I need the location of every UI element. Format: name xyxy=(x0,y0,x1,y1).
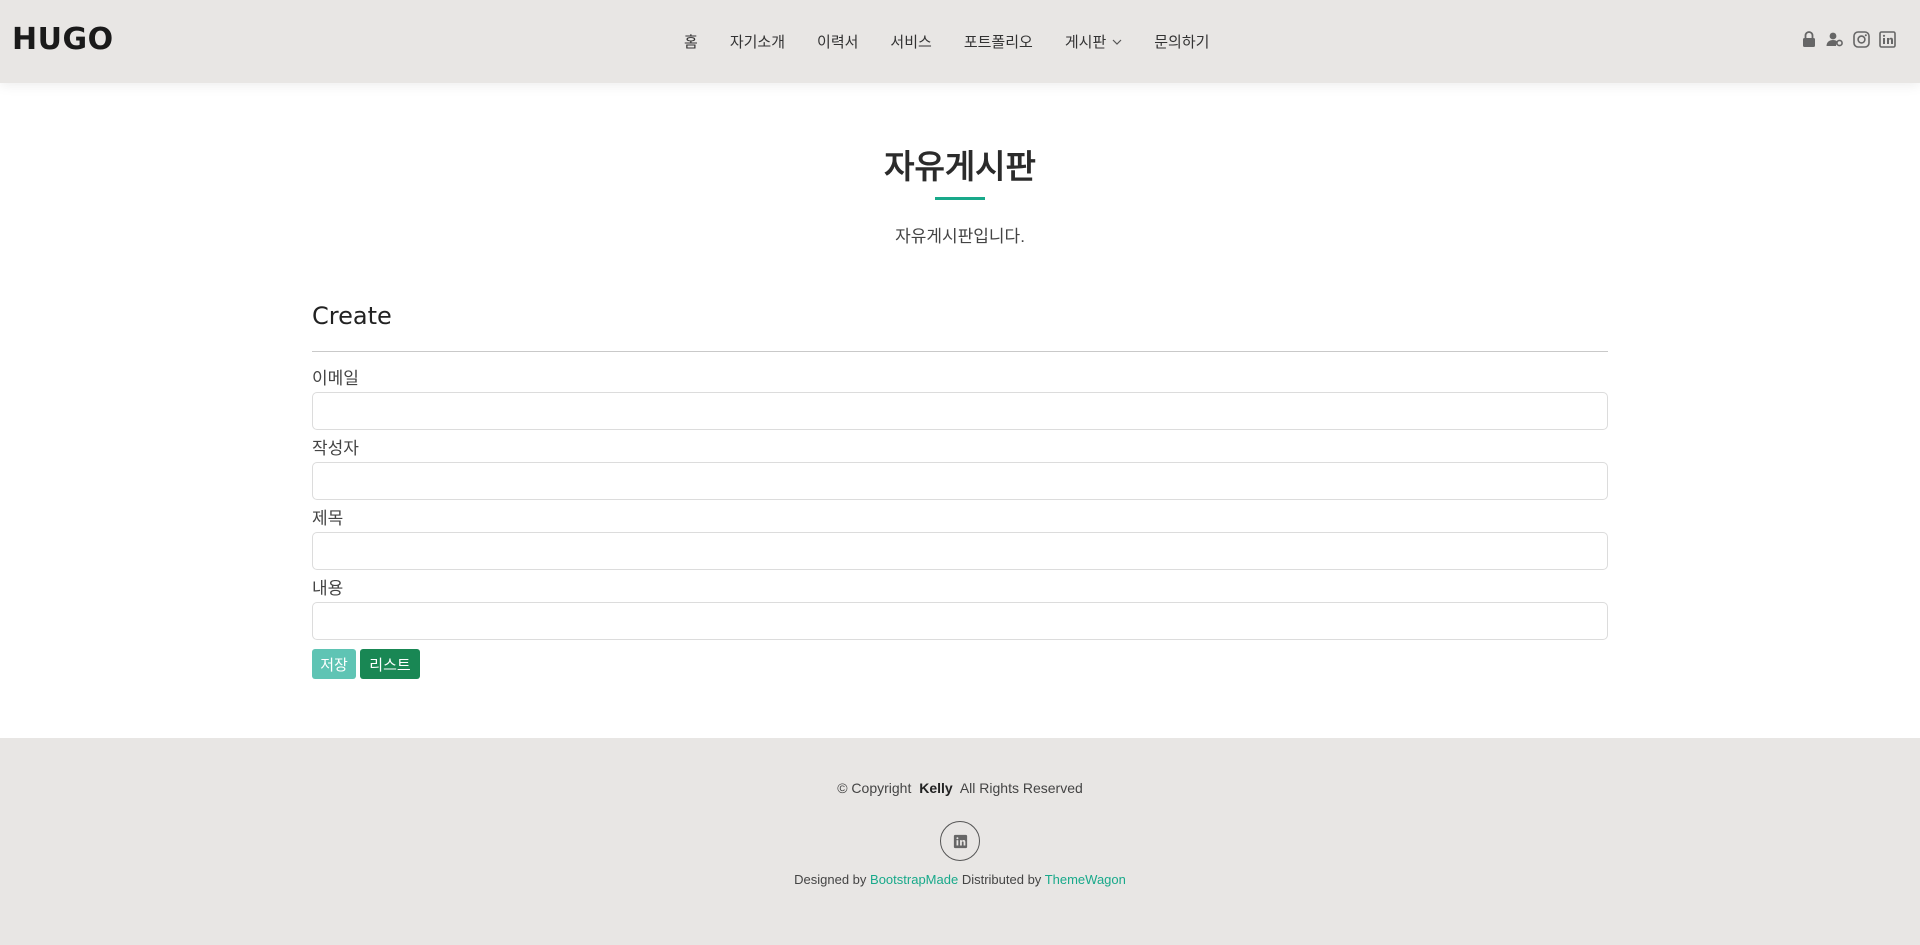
site-header: HUGO 홈 자기소개 이력서 서비스 포트폴리오 게시판 문의하기 xyxy=(0,0,1920,83)
nav-item-board[interactable]: 게시판 xyxy=(1065,31,1122,52)
designer-link[interactable]: BootstrapMade xyxy=(870,872,958,887)
nav-item-resume[interactable]: 이력서 xyxy=(817,31,858,52)
credits: Designed by BootstrapMade Distributed by… xyxy=(0,872,1920,887)
subject-field[interactable] xyxy=(312,532,1608,570)
form-actions: 저장 리스트 xyxy=(312,649,1608,679)
page-title: 자유게시판 xyxy=(884,147,1036,186)
save-button[interactable]: 저장 xyxy=(312,649,356,679)
site-footer: © Copyright Kelly All Rights Reserved De… xyxy=(0,738,1920,945)
lock-icon[interactable] xyxy=(1800,30,1818,48)
distributor-link[interactable]: ThemeWagon xyxy=(1045,872,1126,887)
title-underline xyxy=(935,197,985,200)
subject-label: 제목 xyxy=(312,509,344,528)
email-label: 이메일 xyxy=(312,369,359,388)
copyright-suffix: All Rights Reserved xyxy=(959,780,1083,796)
content-label: 내용 xyxy=(312,579,344,598)
content-field[interactable] xyxy=(312,602,1608,640)
chevron-down-icon xyxy=(1112,39,1122,45)
author-label: 작성자 xyxy=(312,439,359,458)
copyright: © Copyright Kelly All Rights Reserved xyxy=(0,780,1920,796)
header-icons xyxy=(1792,30,1896,48)
linkedin-icon[interactable] xyxy=(1878,30,1896,48)
nav-item-home[interactable]: 홈 xyxy=(684,31,698,52)
author-field[interactable] xyxy=(312,462,1608,500)
main-nav: 홈 자기소개 이력서 서비스 포트폴리오 게시판 문의하기 xyxy=(684,0,1209,83)
nav-item-about[interactable]: 자기소개 xyxy=(730,31,785,52)
form-divider xyxy=(312,351,1608,352)
distributed-by-text: Distributed by xyxy=(961,872,1042,887)
email-field[interactable] xyxy=(312,392,1608,430)
linkedin-icon xyxy=(953,834,967,848)
instagram-icon[interactable] xyxy=(1852,30,1870,48)
site-logo[interactable]: HUGO xyxy=(12,22,114,57)
user-gear-icon[interactable] xyxy=(1826,30,1844,48)
nav-item-portfolio[interactable]: 포트폴리오 xyxy=(964,31,1033,52)
nav-item-board-label: 게시판 xyxy=(1064,34,1107,51)
form-heading: Create xyxy=(312,302,392,330)
nav-item-services[interactable]: 서비스 xyxy=(890,31,931,52)
nav-item-contact[interactable]: 문의하기 xyxy=(1154,31,1209,52)
create-form: Create 이메일 작성자 제목 내용 저장 리스트 xyxy=(312,302,1608,679)
list-button[interactable]: 리스트 xyxy=(360,649,420,679)
designed-by-text: Designed by xyxy=(794,872,867,887)
page-subtitle: 자유게시판입니다. xyxy=(895,227,1025,246)
copyright-name: Kelly xyxy=(919,780,953,796)
copyright-prefix: © Copyright xyxy=(837,780,912,796)
footer-linkedin-link[interactable] xyxy=(940,821,980,861)
